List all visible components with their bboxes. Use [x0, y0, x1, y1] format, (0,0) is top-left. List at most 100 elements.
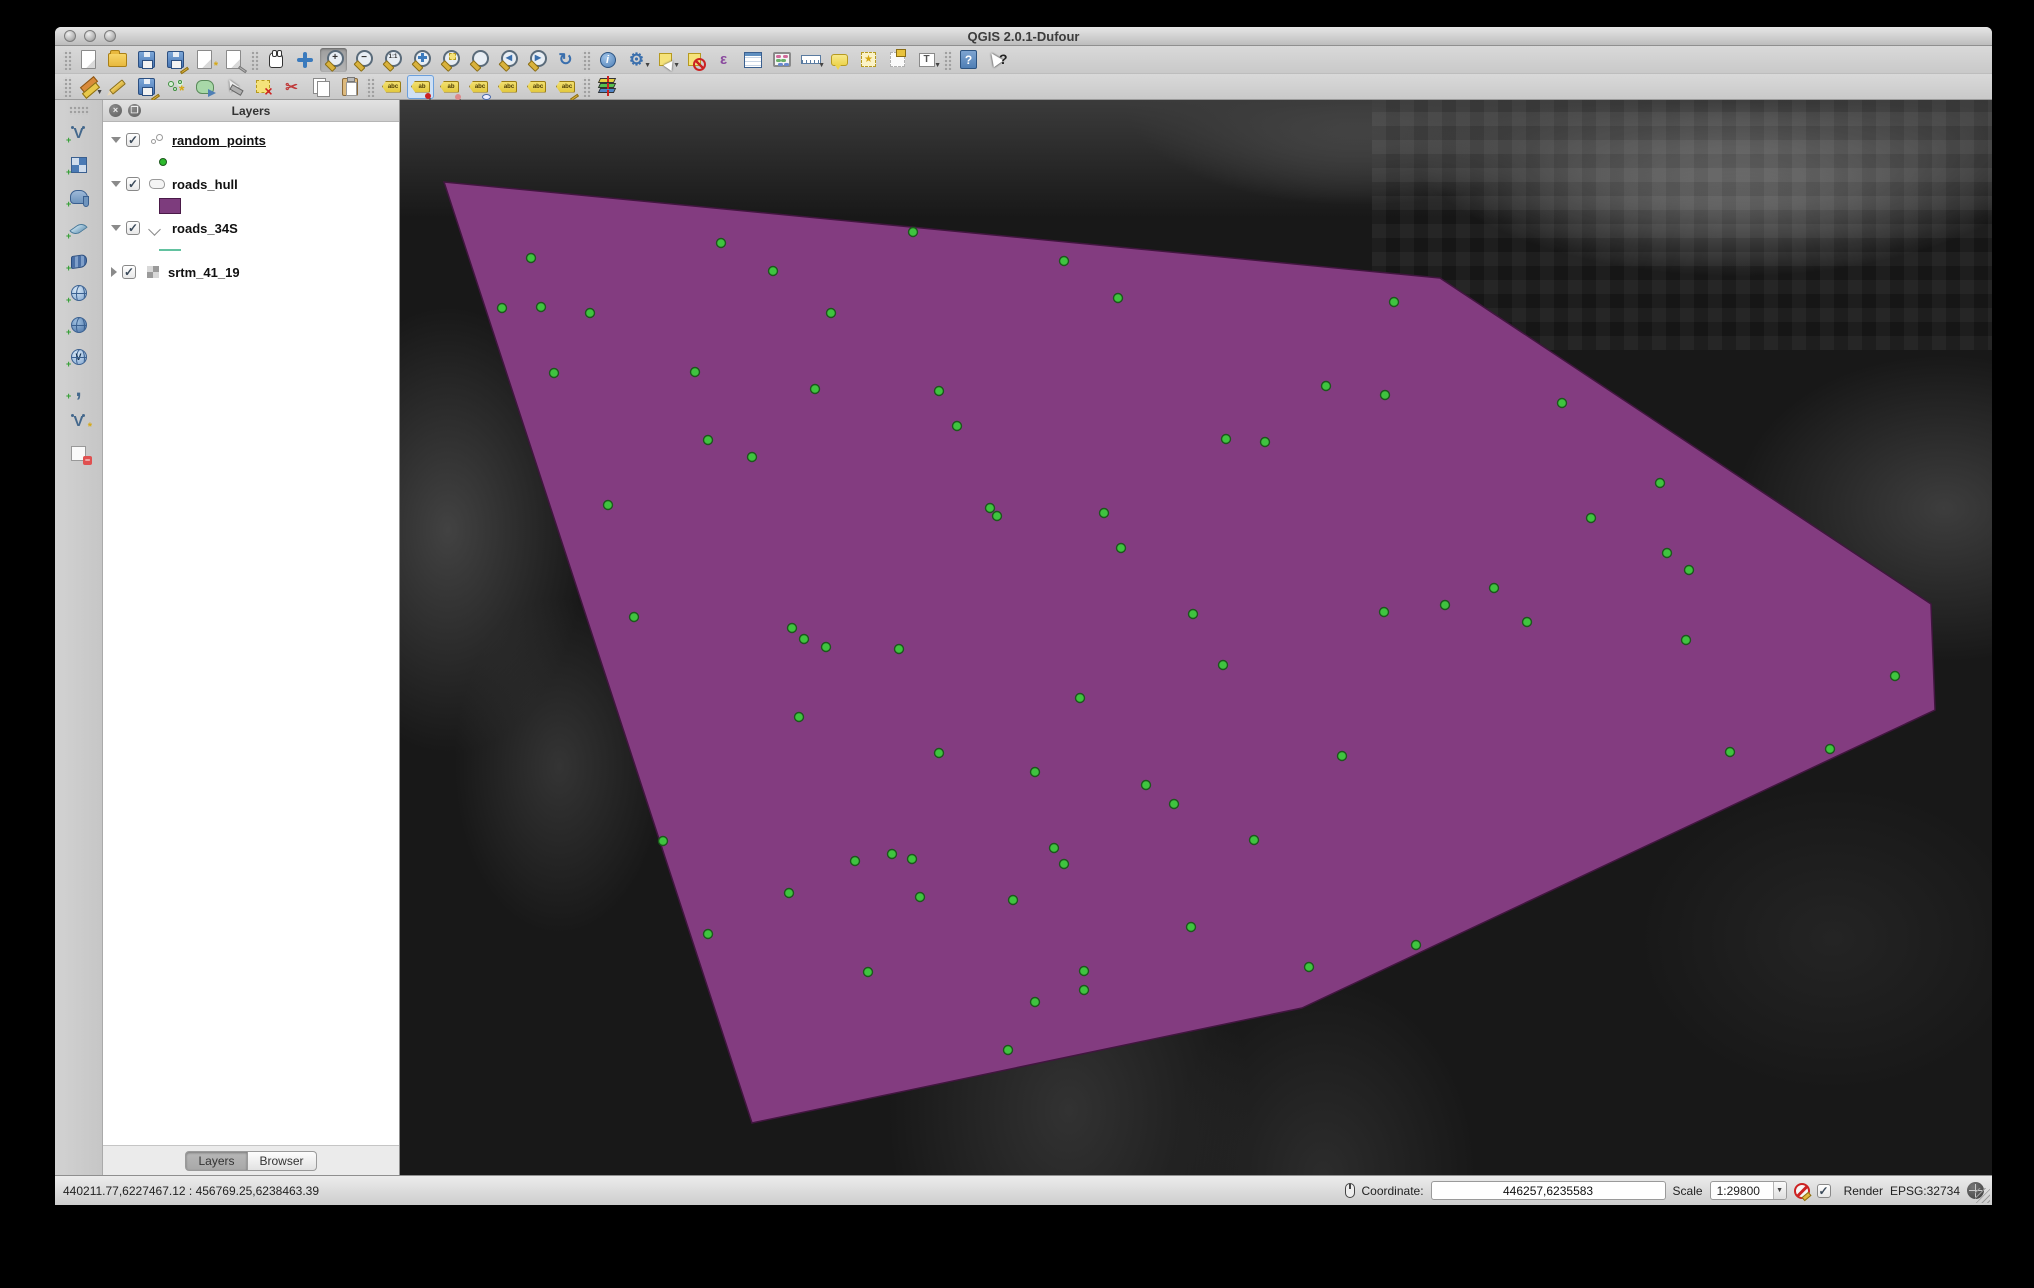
save-layer-edits-icon[interactable] — [133, 75, 160, 99]
zoom-in-icon[interactable]: + — [320, 48, 347, 72]
cut-features-icon[interactable]: ✂ — [278, 75, 305, 99]
new-bookmark-icon[interactable]: ★ — [855, 48, 882, 72]
zoom-out-icon[interactable]: − — [349, 48, 376, 72]
disclosure-triangle-icon[interactable] — [111, 137, 121, 143]
move-feature-icon[interactable] — [191, 75, 218, 99]
toolbar-drag-handle[interactable] — [582, 77, 591, 97]
render-checkbox[interactable]: ✓ — [1817, 1184, 1831, 1198]
disclosure-triangle-icon[interactable] — [111, 225, 121, 231]
zoom-to-selection-icon[interactable] — [436, 48, 463, 72]
processing-stack-icon[interactable] — [594, 75, 621, 99]
pin-unpin-labels-icon[interactable]: ab — [436, 75, 463, 99]
layer-visibility-checkbox[interactable]: ✓ — [126, 133, 140, 147]
add-wms-layer-icon[interactable]: + — [65, 281, 92, 305]
highlight-pinned-labels-icon[interactable]: ab — [407, 75, 434, 99]
zoom-to-layer-icon[interactable] — [465, 48, 492, 72]
current-edits-icon[interactable]: ▼ — [75, 75, 102, 99]
title-bar[interactable]: QGIS 2.0.1-Dufour — [55, 27, 1992, 46]
pan-to-selection-icon[interactable] — [291, 48, 318, 72]
text-annotation-icon[interactable]: T▼ — [913, 48, 940, 72]
layer-name[interactable]: roads_34S — [172, 221, 238, 236]
select-features-icon[interactable]: ▼ — [652, 48, 679, 72]
map-tips-icon[interactable] — [826, 48, 853, 72]
panel-tab-layers[interactable]: Layers — [185, 1151, 247, 1171]
layer-row-roads_hull[interactable]: ✓ roads_hull — [103, 172, 399, 196]
toggle-editing-icon[interactable] — [104, 75, 131, 99]
layer-row-random_points[interactable]: ✓ random_points — [103, 128, 399, 152]
add-wcs-layer-icon[interactable]: + — [65, 313, 92, 337]
panel-tab-browser[interactable]: Browser — [248, 1151, 317, 1171]
new-print-composer-icon[interactable]: * — [191, 48, 218, 72]
open-project-icon[interactable] — [104, 48, 131, 72]
new-shapefile-layer-icon[interactable]: * — [65, 409, 92, 433]
toolbar-drag-handle[interactable] — [366, 77, 375, 97]
add-spatialite-layer-icon[interactable]: + — [65, 217, 92, 241]
dropdown-caret-icon[interactable]: ▼ — [644, 62, 651, 69]
paste-features-icon[interactable] — [336, 75, 363, 99]
delete-selected-icon[interactable] — [249, 75, 276, 99]
toolbar-drag-handle[interactable] — [943, 50, 952, 70]
help-icon[interactable]: ? — [955, 48, 982, 72]
run-feature-action-icon[interactable]: ⚙▼ — [623, 48, 650, 72]
resize-grip[interactable] — [1975, 1188, 1990, 1203]
add-feature-icon[interactable] — [162, 75, 189, 99]
deselect-features-icon[interactable] — [681, 48, 708, 72]
add-raster-layer-icon[interactable]: + — [65, 153, 92, 177]
identify-icon[interactable]: i — [594, 48, 621, 72]
dropdown-caret-icon[interactable]: ▼ — [96, 89, 103, 96]
measure-icon[interactable]: ▼ — [797, 48, 824, 72]
add-wfs-layer-icon[interactable]: V+ — [65, 345, 92, 369]
scale-dropdown-icon[interactable]: ▼ — [1773, 1181, 1786, 1200]
layer-name[interactable]: roads_hull — [172, 177, 238, 192]
whats-this-icon[interactable] — [984, 48, 1011, 72]
layer-visibility-checkbox[interactable]: ✓ — [122, 265, 136, 279]
layer-name[interactable]: random_points — [172, 133, 266, 148]
zoom-last-icon[interactable]: ◀ — [494, 48, 521, 72]
dropdown-caret-icon[interactable]: ▼ — [934, 62, 941, 69]
layer-row-srtm_41_19[interactable]: ✓ srtm_41_19 — [103, 260, 399, 284]
add-vector-layer-icon[interactable]: + — [65, 121, 92, 145]
disclosure-triangle-icon[interactable] — [111, 181, 121, 187]
move-label-icon[interactable]: abc — [494, 75, 521, 99]
show-bookmarks-icon[interactable] — [884, 48, 911, 72]
coordinate-input[interactable] — [1431, 1181, 1666, 1200]
copy-features-icon[interactable] — [307, 75, 334, 99]
disclosure-triangle-icon[interactable] — [111, 267, 117, 277]
dropdown-caret-icon[interactable]: ▼ — [818, 62, 825, 69]
toolbar-drag-handle[interactable] — [69, 106, 89, 115]
mouse-position-icon[interactable] — [1345, 1183, 1355, 1198]
toolbar-drag-handle[interactable] — [63, 50, 72, 70]
add-mssql-layer-icon[interactable]: + — [65, 249, 92, 273]
layer-row-roads_34S[interactable]: ✓ roads_34S — [103, 216, 399, 240]
zoom-native-icon[interactable]: 1:1 — [378, 48, 405, 72]
remove-layer-icon[interactable]: − — [65, 441, 92, 465]
save-project-as-icon[interactable] — [162, 48, 189, 72]
refresh-icon[interactable]: ↻ — [552, 48, 579, 72]
add-delimited-text-layer-icon[interactable]: ,+ — [65, 377, 92, 401]
toolbar-drag-handle[interactable] — [582, 50, 591, 70]
new-project-icon[interactable] — [75, 48, 102, 72]
stop-render-icon[interactable] — [1794, 1183, 1810, 1199]
attribute-table-icon[interactable] — [739, 48, 766, 72]
layer-visibility-checkbox[interactable]: ✓ — [126, 221, 140, 235]
layer-visibility-checkbox[interactable]: ✓ — [126, 177, 140, 191]
pan-map-icon[interactable] — [262, 48, 289, 72]
layer-name[interactable]: srtm_41_19 — [168, 265, 240, 280]
zoom-full-icon[interactable] — [407, 48, 434, 72]
node-tool-icon[interactable] — [220, 75, 247, 99]
rotate-label-icon[interactable]: abc — [523, 75, 550, 99]
field-calculator-icon[interactable] — [768, 48, 795, 72]
add-postgis-layer-icon[interactable]: + — [65, 185, 92, 209]
toolbar-drag-handle[interactable] — [63, 77, 72, 97]
scale-combo[interactable]: 1:29800 ▼ — [1710, 1181, 1787, 1200]
change-label-icon[interactable]: abc — [552, 75, 579, 99]
show-hide-labels-icon[interactable]: abc — [465, 75, 492, 99]
select-by-expression-icon[interactable]: ε — [710, 48, 737, 72]
toolbar-drag-handle[interactable] — [250, 50, 259, 70]
composer-manager-icon[interactable] — [220, 48, 247, 72]
map-canvas[interactable] — [400, 100, 1992, 1175]
dropdown-caret-icon[interactable]: ▼ — [673, 62, 680, 69]
zoom-next-icon[interactable]: ▶ — [523, 48, 550, 72]
layer-labeling-options-icon[interactable]: abc — [378, 75, 405, 99]
save-project-icon[interactable] — [133, 48, 160, 72]
